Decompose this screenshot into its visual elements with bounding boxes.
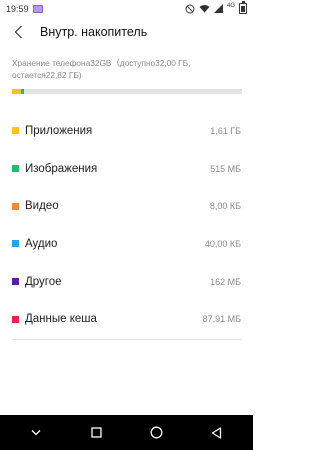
category-label: Другое xyxy=(25,275,62,288)
category-size: 515 МБ xyxy=(210,163,241,174)
header: Внутр. накопитель xyxy=(0,17,253,47)
back-button[interactable] xyxy=(0,17,36,47)
category-row[interactable]: Другое 162 МБ xyxy=(0,263,253,301)
category-color-swatch xyxy=(12,165,19,173)
storage-info-line2: остается22,82 ГБ) xyxy=(12,69,82,80)
category-color-swatch xyxy=(12,315,19,323)
category-row[interactable]: Приложения 1,61 ГБ xyxy=(0,112,253,150)
category-list: Приложения 1,61 ГБ Изображения 515 МБ Видео 8… xyxy=(0,112,253,338)
category-color-swatch xyxy=(12,240,19,248)
square-icon xyxy=(91,427,102,438)
category-row[interactable]: Изображения 515 МБ xyxy=(0,150,253,188)
storage-info: Хранение телефона32GB（доступно32,00 ГБ, … xyxy=(12,58,244,81)
storage-usage-bar xyxy=(12,89,242,94)
nav-home-button[interactable] xyxy=(137,415,177,450)
page-title: Внутр. накопитель xyxy=(40,25,148,39)
storage-info-line1: Хранение телефона32GB（доступно32,00 ГБ, xyxy=(12,58,191,68)
wifi-icon xyxy=(199,5,210,13)
category-label: Данные кеша xyxy=(25,313,97,326)
nav-hide-button[interactable] xyxy=(16,415,56,450)
category-label: Видео xyxy=(25,200,59,213)
category-color-swatch xyxy=(12,127,19,135)
status-right: 4G xyxy=(185,1,247,14)
signal-icon xyxy=(213,4,223,13)
storage-segment-images xyxy=(21,89,24,94)
navigation-bar xyxy=(0,415,253,450)
status-bar: 19:59 4G xyxy=(0,0,253,17)
circle-icon xyxy=(150,426,163,439)
category-size: 40,00 КБ xyxy=(204,238,241,249)
category-row[interactable]: Данные кеша 87,91 МБ xyxy=(0,300,253,338)
do-not-disturb-icon xyxy=(185,4,195,13)
divider xyxy=(12,339,242,340)
category-label: Приложения xyxy=(25,124,93,137)
category-size: 8,00 КБ xyxy=(209,201,241,212)
category-row[interactable]: Аудио 40,00 КБ xyxy=(0,225,253,263)
gallery-notification-icon xyxy=(32,4,43,13)
battery-icon xyxy=(239,1,247,14)
category-size: 1,61 ГБ xyxy=(210,125,241,136)
chevron-down-icon xyxy=(31,430,41,436)
triangle-back-icon xyxy=(212,426,222,439)
category-size: 162 МБ xyxy=(210,276,241,287)
storage-segment-apps xyxy=(12,89,22,94)
network-type: 4G xyxy=(226,2,235,9)
category-color-swatch xyxy=(12,202,19,210)
category-row[interactable]: Видео 8,00 КБ xyxy=(0,187,253,225)
nav-recents-button[interactable] xyxy=(76,415,116,450)
nav-back-button[interactable] xyxy=(197,415,237,450)
category-label: Изображения xyxy=(25,162,98,175)
status-left: 19:59 xyxy=(6,4,43,14)
category-color-swatch xyxy=(12,278,19,286)
category-size: 87,91 МБ xyxy=(202,314,241,325)
status-time: 19:59 xyxy=(6,3,29,14)
chevron-left-icon xyxy=(14,25,22,39)
category-label: Аудио xyxy=(25,237,58,250)
